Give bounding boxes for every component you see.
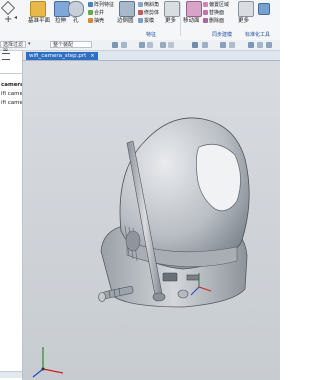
draft-icon <box>138 18 143 23</box>
standardize-tool-icon[interactable] <box>258 3 270 15</box>
navigator-item[interactable]: ifi came <box>1 91 22 97</box>
navigator-item[interactable]: camera <box>1 82 22 88</box>
group-label-sync-modeling: 同步建模 <box>212 32 233 38</box>
draft-button[interactable]: 拔模 <box>138 17 154 24</box>
zoom-icon[interactable] <box>248 42 254 48</box>
edge-blend-icon[interactable] <box>119 1 135 17</box>
datum-plane-icon[interactable] <box>30 1 46 17</box>
chamfer-button[interactable]: 倒斜角 <box>138 1 159 8</box>
filter-icon[interactable] <box>121 42 127 48</box>
rotate-icon[interactable] <box>257 42 263 48</box>
part-navigator: camera ifi came ifi came <box>0 51 23 380</box>
snap-icon[interactable] <box>0 0 16 16</box>
select-icon[interactable] <box>112 42 118 48</box>
delete-face-button[interactable]: 删除面 <box>203 17 224 24</box>
usb-port <box>162 272 178 282</box>
replace-face-icon <box>203 10 208 15</box>
group-label-feature: 特征 <box>146 32 157 38</box>
camera-3d-model[interactable] <box>23 51 280 380</box>
snap-point-icon[interactable] <box>139 42 145 48</box>
selection-toolbar: 选择过滤器 ▾ 整个装配 <box>0 40 280 55</box>
more-icon[interactable] <box>164 1 180 17</box>
move-face-icon[interactable] <box>186 1 202 17</box>
sd-slot <box>186 274 200 281</box>
center-point-icon[interactable] <box>168 42 174 48</box>
hole-label: 孔 <box>73 18 79 24</box>
add-icon[interactable]: + <box>4 15 12 25</box>
navigator-divider <box>0 73 22 74</box>
chamfer-icon <box>138 2 143 7</box>
more-label-2: 更多 <box>238 18 250 24</box>
scrollbar[interactable] <box>0 371 22 378</box>
layer-icon[interactable] <box>220 42 226 48</box>
speaker-grille <box>125 230 141 252</box>
assembly-scope-combo[interactable]: 整个装配 <box>50 41 92 48</box>
view-orient-icon[interactable] <box>192 42 198 48</box>
edge-blend-label: 边倒圆 <box>117 18 134 24</box>
chevron-down-icon[interactable]: ▾ <box>28 41 31 47</box>
hole-icon[interactable] <box>68 1 84 17</box>
pattern-feature-button[interactable]: 阵列特征 <box>88 1 114 8</box>
group-separator <box>180 2 181 36</box>
menu-icon[interactable] <box>2 53 10 60</box>
pattern-feature-icon <box>88 2 93 7</box>
more-label-1: 更多 <box>165 18 177 24</box>
group-label-standardize: 标准化工具 <box>245 32 271 38</box>
extrude-label: 拉伸 <box>55 18 67 24</box>
more-icon[interactable] <box>238 1 254 17</box>
pan-icon[interactable] <box>266 42 272 48</box>
move-face-label: 移动面 <box>183 18 200 24</box>
trim-body-icon <box>138 10 143 15</box>
end-point-icon[interactable] <box>147 42 153 48</box>
antenna-hinge <box>152 292 166 302</box>
view-triad-icon <box>32 347 64 378</box>
unite-button[interactable]: 合并 <box>88 9 104 16</box>
shell-icon <box>88 18 93 23</box>
trim-body-button[interactable]: 修剪体 <box>138 9 159 16</box>
datum-plane-label: 基准平面 <box>28 18 51 24</box>
offset-region-button[interactable]: 偏置区域 <box>203 1 229 8</box>
unite-icon <box>88 10 93 15</box>
navigator-item[interactable]: ifi came <box>1 100 22 106</box>
delete-face-icon <box>203 18 208 23</box>
offset-region-icon <box>203 2 208 7</box>
measure-icon[interactable] <box>229 42 235 48</box>
replace-face-button[interactable]: 替换面 <box>203 9 224 16</box>
render-style-icon[interactable] <box>202 42 208 48</box>
mid-point-icon[interactable] <box>160 42 166 48</box>
right-connector <box>177 289 189 299</box>
arrow-icon[interactable]: ◂ <box>14 14 17 21</box>
ribbon: + ◂ 基准平面 拉伸 孔 阵列特征 合并 抽壳 边倒圆 倒斜角 修剪体 拔模 … <box>0 0 280 41</box>
shell-button[interactable]: 抽壳 <box>88 17 104 24</box>
selection-filter-combo[interactable]: 选择过滤器 <box>0 41 26 55</box>
